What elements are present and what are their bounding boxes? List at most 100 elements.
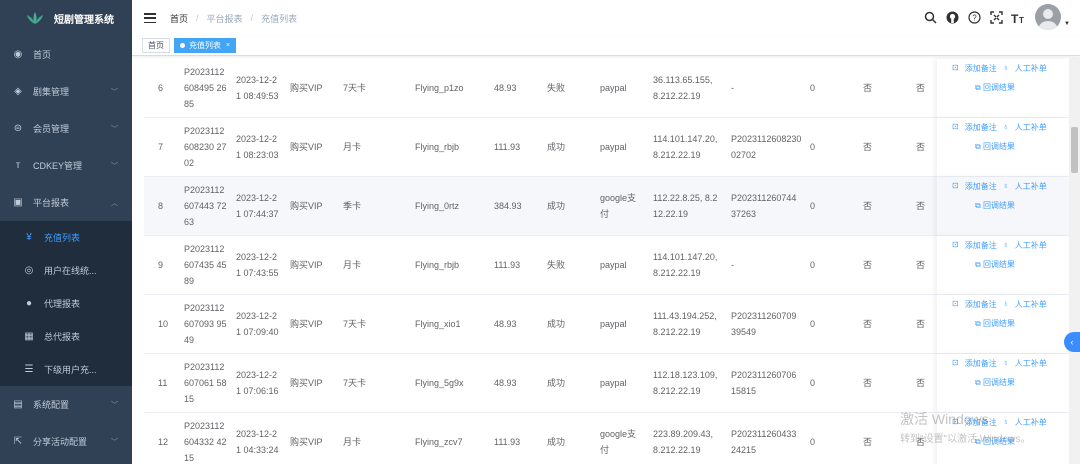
cell-pay-method: paypal	[600, 83, 627, 93]
watermark-line2: 转到"设置"以激活 Windows。	[900, 434, 1031, 445]
windows-activation-watermark: 激活 Windows 转到"设置"以激活 Windows。	[900, 409, 1030, 445]
manual-order-link[interactable]: 人工补单	[1015, 181, 1047, 192]
add-remark-link[interactable]: 添加备注	[965, 358, 997, 369]
callback-result-link[interactable]: 回调结果	[983, 319, 1015, 328]
cell-count: 0	[810, 142, 816, 152]
cell-user: Flying_p1zo	[415, 83, 464, 93]
callback-result-link[interactable]: 回调结果	[983, 201, 1015, 210]
cell-count: 0	[810, 319, 816, 329]
breadcrumb-separator: /	[196, 13, 199, 23]
table-row[interactable]: 7 P2023112608230 2702 2023-12-21 08:23:03 购…	[144, 118, 1068, 177]
sidebar-item-label: 剧集管理	[33, 87, 70, 97]
cell-pay-method: paypal	[600, 260, 627, 270]
cell-time: 2023-12-21 07:43:55	[236, 252, 279, 278]
close-icon[interactable]: ×	[226, 42, 230, 49]
tag-recharge-list[interactable]: 充值列表 ×	[174, 38, 237, 53]
external-link-icon: ⧉	[975, 260, 983, 269]
cell-index: 8	[158, 201, 164, 211]
report-icon: ▣	[13, 197, 23, 208]
breadcrumb-item-home[interactable]: 首页	[170, 12, 188, 25]
operation-cell: ⊡ 添加备注 ♁ 人工补单 ⧉ 回调结果	[937, 59, 1069, 118]
cell-pay-method: paypal	[600, 319, 627, 329]
scrollbar-thumb[interactable]	[1071, 127, 1078, 173]
chevron-down-icon: ﹀	[111, 439, 118, 446]
cell-external-no: P202311260706 15815	[731, 370, 797, 396]
sidebar-item-items-0[interactable]: ◉ 首页	[0, 36, 132, 73]
cell-flag-2: 否	[916, 260, 926, 270]
table-row[interactable]: 10 P2023112607093 9549 2023-12-21 07:09:40…	[144, 295, 1068, 354]
sidebar-item-items-4[interactable]: ▣ 平台报表 ︿	[0, 184, 132, 221]
sidebar-item-bottom-1[interactable]: ⇱ 分享活动配置 ﹀	[0, 423, 132, 460]
cell-status: 成功	[547, 319, 566, 329]
callback-result-link[interactable]: 回调结果	[983, 260, 1015, 269]
cell-status: 成功	[547, 201, 566, 211]
cell-flag-2: 否	[916, 378, 926, 388]
collapse-panel-button[interactable]: ‹	[1064, 332, 1080, 352]
table-icon: ▦	[24, 331, 34, 342]
sidebar-item-submenu-0[interactable]: ¥ 充值列表	[0, 221, 132, 254]
manual-order-link[interactable]: 人工补单	[1015, 240, 1047, 251]
add-remark-link[interactable]: 添加备注	[965, 122, 997, 133]
sidebar-item-submenu-3[interactable]: ▦ 总代报表	[0, 320, 132, 353]
sidebar-item-label: 会员管理	[33, 124, 70, 134]
cell-pay-method: google支付	[600, 193, 637, 219]
external-link-icon: ⧉	[975, 201, 983, 210]
add-remark-link[interactable]: 添加备注	[965, 181, 997, 192]
app-logo[interactable]: 短剧管理系统	[0, 0, 132, 36]
cell-user: Flying_zcv7	[415, 437, 463, 447]
vertical-scrollbar[interactable]	[1069, 57, 1080, 464]
vip-icon: ⊜	[13, 123, 23, 134]
cell-index: 10	[158, 319, 169, 329]
chevron-down-icon: ﹀	[111, 163, 118, 170]
operation-column: ⊡ 添加备注 ♁ 人工补单 ⧉ 回调结果 ⊡ 添加备注 ♁ 人工补单 ⧉ 回调结果 ⊡ 添加备注 ♁ 人工…	[937, 0, 1069, 464]
sidebar-item-items-2[interactable]: ⊜ 会员管理 ﹀	[0, 110, 132, 147]
table-row[interactable]: 9 P2023112607435 4589 2023-12-21 07:43:55 购…	[144, 236, 1068, 295]
callback-result-link[interactable]: 回调结果	[983, 83, 1015, 92]
hand-icon: ♁	[1002, 240, 1009, 249]
sidebar-item-submenu-1[interactable]: ◎ 用户在线统...	[0, 254, 132, 287]
callback-result-link[interactable]: 回调结果	[983, 378, 1015, 387]
cell-status: 失败	[547, 83, 566, 93]
operation-cell: ⊡ 添加备注 ♁ 人工补单 ⧉ 回调结果	[937, 236, 1069, 295]
layers-icon: ◈	[14, 86, 22, 97]
add-remark-link[interactable]: 添加备注	[965, 299, 997, 310]
callback-result-link[interactable]: 回调结果	[983, 142, 1015, 151]
manual-order-link[interactable]: 人工补单	[1015, 63, 1047, 74]
sidebar-item-submenu-2[interactable]: ● 代理报表	[0, 287, 132, 320]
search-icon[interactable]	[923, 10, 937, 24]
cell-count: 0	[810, 83, 816, 93]
cell-type: 购买VIP	[290, 319, 323, 329]
cell-flag-2: 否	[916, 142, 926, 152]
table-row[interactable]: 8 P2023112607443 7263 2023-12-21 07:44:37 购…	[144, 177, 1068, 236]
hand-icon: ♁	[1002, 122, 1009, 131]
add-remark-link[interactable]: 添加备注	[965, 240, 997, 251]
tag-home[interactable]: 首页	[142, 38, 170, 53]
breadcrumb-separator: /	[250, 13, 254, 23]
cell-user: Flying_5g9x	[415, 378, 464, 388]
table-row[interactable]: 6 P2023112608495 2685 2023-12-21 08:49:53 购…	[144, 59, 1068, 118]
sidebar-item-items-3[interactable]: ᴛ CDKEY管理 ﹀	[0, 147, 132, 184]
edit-icon: ⊡	[952, 122, 959, 131]
manual-order-link[interactable]: 人工补单	[1015, 122, 1047, 133]
sidebar-item-items-1[interactable]: ◈ 剧集管理 ﹀	[0, 73, 132, 110]
sidebar-item-label: 下级用户充...	[44, 365, 97, 375]
cell-count: 0	[810, 437, 816, 447]
cell-external-no: P202311260823002702	[731, 134, 802, 160]
manual-order-link[interactable]: 人工补单	[1015, 299, 1047, 310]
cell-ip: 114.101.147.20, 8.212.22.19	[653, 252, 718, 278]
sidebar-item-bottom-0[interactable]: ▤ 系统配置 ﹀	[0, 386, 132, 423]
manual-order-link[interactable]: 人工补单	[1015, 358, 1047, 369]
breadcrumb-item-report[interactable]: 平台报表	[207, 12, 243, 25]
cell-user: Flying_xio1	[415, 319, 461, 329]
cell-type: 购买VIP	[290, 142, 323, 152]
sidebar-item-submenu-4[interactable]: ☰ 下级用户充...	[0, 353, 132, 386]
cell-product: 月卡	[343, 260, 362, 270]
cell-pay-method: google支付	[600, 429, 637, 455]
hamburger-icon[interactable]	[144, 13, 156, 23]
cell-flag-1: 否	[863, 201, 873, 211]
cell-time: 2023-12-21 08:23:03	[236, 134, 279, 160]
cell-order-no: P2023112607435 4589	[184, 244, 227, 286]
cell-count: 0	[810, 201, 816, 211]
add-remark-link[interactable]: 添加备注	[965, 63, 997, 74]
table-row[interactable]: 11 P2023112607061 5815 2023-12-21 07:06:16…	[144, 354, 1068, 413]
